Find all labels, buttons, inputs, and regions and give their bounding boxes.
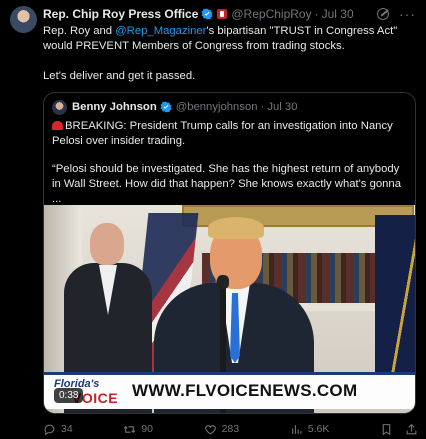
post-actions: 34 90 283 5.6K	[43, 420, 418, 438]
quoted-text-line1: BREAKING: President Trump calls for an i…	[52, 120, 393, 147]
separator: ·	[314, 7, 319, 21]
mention-link[interactable]: @Rep_Magaziner	[115, 25, 206, 37]
heart-icon	[204, 424, 216, 434]
author-name[interactable]: Rep. Chip Roy Press Office	[43, 7, 198, 21]
repost-button[interactable]: 90	[123, 423, 153, 436]
reply-button[interactable]: 34	[43, 423, 73, 436]
quoted-post-header: Benny Johnson @bennyjohnson · Jul 30	[52, 99, 297, 115]
post-header: Rep. Chip Roy Press Office @RepChipRoy ·…	[43, 6, 416, 22]
post-text-prefix: Rep. Roy and	[43, 25, 116, 37]
quoted-post-text: BREAKING: President Trump calls for an i…	[52, 119, 408, 207]
view-count: 5.6K	[307, 423, 330, 435]
share-icon[interactable]	[405, 423, 418, 436]
post-date[interactable]: Jul 30	[322, 7, 354, 21]
video-website-text: WWW.FLVOICENEWS.COM	[132, 381, 358, 400]
quoted-author-name[interactable]: Benny Johnson	[72, 101, 157, 113]
reply-count: 34	[61, 423, 73, 435]
post-text-line2: Let's deliver and get it passed.	[43, 70, 196, 82]
quoted-text-line2: “Pelosi should be investigated. She has …	[52, 163, 402, 205]
post-text: Rep. Roy and @Rep_Magaziner's bipartisan…	[43, 24, 418, 84]
bookmark-icon[interactable]	[380, 423, 393, 436]
post-avatar[interactable]	[10, 6, 37, 33]
affiliation-badge-icon	[217, 9, 228, 19]
more-options-icon[interactable]: ···	[399, 7, 416, 21]
like-count: 283	[221, 423, 240, 435]
like-button[interactable]: 283	[204, 423, 240, 436]
quoted-avatar[interactable]	[52, 99, 67, 115]
reply-icon	[44, 424, 55, 435]
repost-count: 90	[141, 423, 153, 435]
quoted-post-date[interactable]: Jul 30	[267, 101, 297, 113]
quoted-post[interactable]: Benny Johnson @bennyjohnson · Jul 30 BRE…	[43, 92, 416, 414]
siren-emoji-icon	[52, 121, 63, 130]
video-timestamp: 0:38	[54, 388, 84, 403]
quoted-author-handle[interactable]: @bennyjohnson	[176, 101, 258, 113]
verified-badge-icon	[201, 8, 213, 20]
author-handle[interactable]: @RepChipRoy	[231, 7, 311, 21]
video-player[interactable]: Florida's VOICE WWW.FLVOICENEWS.COM 0:38	[44, 205, 415, 413]
video-lower-third: Florida's VOICE WWW.FLVOICENEWS.COM	[44, 372, 415, 409]
repost-icon	[123, 425, 136, 433]
views-chart-icon	[291, 424, 302, 434]
views-button[interactable]: 5.6K	[290, 423, 330, 436]
verified-badge-icon	[160, 101, 172, 113]
separator: ·	[260, 101, 265, 113]
grok-icon[interactable]	[377, 8, 389, 20]
